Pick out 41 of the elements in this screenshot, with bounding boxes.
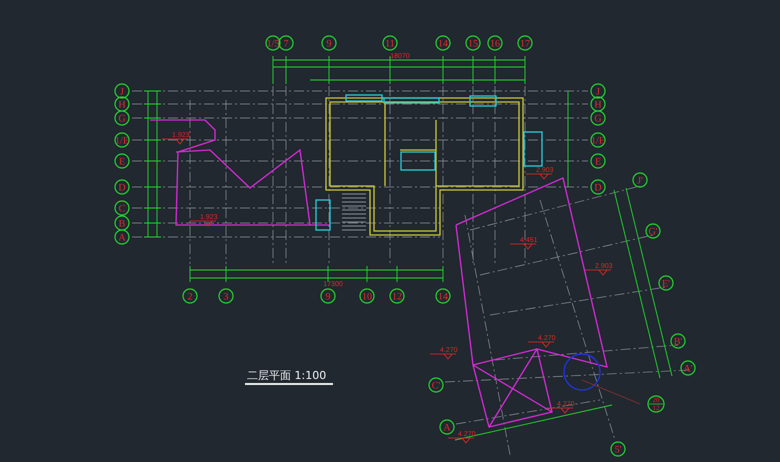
grid-axis-marker: C [114,200,130,216]
grid-axis-marker: J [114,83,130,99]
drawing-title: 二层平面 1:100 [247,369,326,382]
grid-axis-marker: 10 [359,288,375,304]
grid-axis-marker: 12 [389,288,405,304]
grid-axis-marker: A [439,419,455,435]
grid-axis-marker: 9 [320,288,336,304]
grid-axis-marker: 1/E [114,132,130,148]
grid-axis-marker: D [114,179,130,195]
grid-axis-marker: G [114,110,130,126]
grid-axis-marker: H [114,96,130,112]
stair-drawing [342,194,366,230]
grid-axis-marker: 14 [435,35,451,51]
grid-axis-marker: D [590,179,606,195]
grid-axis-marker: J [590,83,606,99]
grid-axis-marker: E' [658,275,674,291]
grid-axis-marker: 15 [465,35,481,51]
grid-axis-marker: 14 [435,288,451,304]
grid-axis-marker: 16 [487,35,503,51]
grid-axis-marker: 2 [182,288,198,304]
grid-axis-marker: 11 [382,35,398,51]
grid-axis-marker: J' [632,172,648,188]
grid-axis-marker: E [590,153,606,169]
grid-axis-marker: 9 [321,35,337,51]
grid-axis-marker: A [114,229,130,245]
grid-axis-marker: E [114,153,130,169]
grid-axis-marker: C' [428,377,444,393]
grid-axis-marker: 7 [278,35,294,51]
grid-axis-marker: G [590,110,606,126]
leader-line [582,380,640,404]
detail-circle [563,353,601,391]
grid-axis-marker: 1/5 [265,35,281,51]
grid-axis-marker: B [114,215,130,231]
grid-axis-marker: B' [670,333,686,349]
grid-axis-marker: G' [645,223,661,239]
grid-axis-marker: 1/E [590,132,606,148]
grid-axis-marker: A' [680,360,696,376]
grid-axis-marker: 3 [218,288,234,304]
grid-axis-marker: H [590,96,606,112]
grid-axis-marker: 17 [517,35,533,51]
grid-axis-marker: 5' [610,441,626,457]
